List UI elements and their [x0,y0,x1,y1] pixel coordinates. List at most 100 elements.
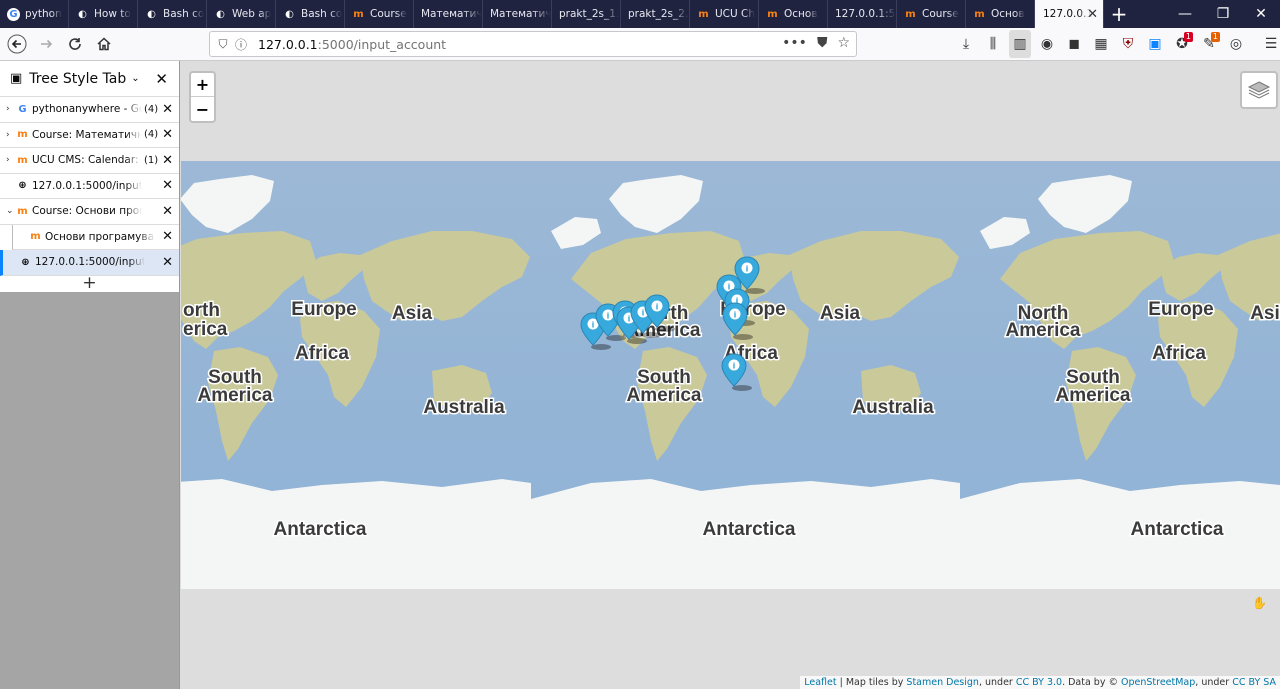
map-label-europe: Europe [291,299,356,320]
sidebar-toggle-icon[interactable]: ▥ [1009,30,1031,58]
sidebar-item-label: 127.0.0.1:5000/input_account [35,256,145,269]
sidebar-close-icon[interactable]: ✕ [155,70,168,88]
sidebar-item-label: 127.0.0.1:5000/input_account [32,179,142,192]
sidebar-item-close-icon[interactable]: ✕ [160,203,173,219]
sidebar-item-close-icon[interactable]: ✕ [160,152,173,168]
sidebar-item-label: UCU CMS: Calendar: Upcc [32,154,142,167]
tab[interactable]: Математич [414,0,483,28]
github-icon: ◐ [147,8,156,20]
twisty-icon[interactable]: › [6,104,16,114]
sidebar-tree-item[interactable]: ›m Course: Математичний а(4)✕ [0,122,179,148]
tab[interactable]: prakt_2s_2.p [621,0,690,28]
skype-icon[interactable]: ▣ [1144,30,1166,58]
tab[interactable]: ◐ Bash co [276,0,345,28]
zoom-in-button[interactable]: + [191,73,214,97]
tab[interactable]: ◐ Web ap [207,0,276,28]
tab-title: How to [94,8,131,20]
library-icon[interactable]: ⫼ [982,30,1004,58]
tab[interactable]: m Course [345,0,414,28]
sidebar-new-tab-button[interactable]: + [0,274,179,292]
back-button[interactable] [3,30,31,58]
page-actions-icon[interactable]: ••• [782,35,807,51]
tab[interactable]: ◐ Bash co [138,0,207,28]
sidebar-tree-item[interactable]: ⊕ 127.0.0.1:5000/input_account ✕ [0,173,179,199]
sidebar-item-close-icon[interactable]: ✕ [160,101,173,117]
extension-notify-icon[interactable]: ✎ 1 [1198,30,1220,58]
extension-grid-icon[interactable]: ▦ [1090,30,1112,58]
home-button[interactable] [90,30,118,58]
tab[interactable]: m Основ [759,0,828,28]
cc-by-sa-link[interactable]: CC BY SA [1232,677,1276,688]
forward-button[interactable] [32,30,60,58]
twisty-icon[interactable]: › [6,155,16,165]
leaflet-link[interactable]: Leaflet [804,677,836,688]
info-icon: i [592,321,595,330]
moodle-icon: m [17,154,28,166]
globe-icon: ⊕ [18,180,27,192]
extension-sync-icon[interactable]: ◎ [1225,30,1247,58]
close-window-button[interactable]: ✕ [1242,0,1280,28]
reload-button[interactable] [61,30,89,58]
tab-title: Bash co [301,8,343,20]
tracking-shield-icon[interactable]: ⛉ [214,37,232,52]
tab[interactable]: 127.0.0.1:50 [828,0,897,28]
sidebar-item-count: (4) [144,129,159,141]
sidebar-tree-item[interactable]: m Основи програмування ✕ [12,224,179,250]
sidebar-item-close-icon[interactable]: ✕ [160,178,173,194]
pocket-icon[interactable]: ⛊ [817,35,828,51]
sidebar-item-close-icon[interactable]: ✕ [160,254,173,270]
cc-by-link[interactable]: CC BY 3.0 [1016,677,1062,688]
twisty-icon[interactable]: › [6,130,16,140]
osm-link[interactable]: OpenStreetMap [1121,677,1195,688]
world-map[interactable]: orthericaEurope AsiaAfricaSouthAmericaAus… [181,161,1280,589]
sidebar-tree-item[interactable]: ⌄m Course: Основи програму ✕ [0,199,179,225]
tab-close-icon[interactable]: ✕ [1087,7,1098,22]
tab-title: 127.0.0.1 [1043,8,1094,20]
sidebar-tree-item[interactable]: ⊕ 127.0.0.1:5000/input_account ✕ [0,250,179,276]
tab[interactable]: Математич [483,0,552,28]
tab-active[interactable]: 127.0.0.1 ✕ [1035,0,1104,28]
moodle-icon: m [17,205,28,217]
tab[interactable]: prakt_2s_1.p [552,0,621,28]
tab[interactable]: m UCU Ch [690,0,759,28]
sidebar-item-close-icon[interactable]: ✕ [160,127,173,143]
moodle-icon: m [698,8,709,20]
tab[interactable]: Gpython [0,0,69,28]
account-icon[interactable]: ◉ [1036,30,1058,58]
restore-button[interactable]: ❐ [1204,0,1242,28]
tab-title: Course [370,8,407,20]
sidebar-item-close-icon[interactable]: ✕ [160,229,173,245]
github-icon: ◐ [78,8,87,20]
extension-badge-icon[interactable]: ✪ 1 [1171,30,1193,58]
sidebar-tree-item[interactable]: ›Gpythonanywhere - Google(4)✕ [0,97,179,123]
sidebar-header[interactable]: ▣ Tree Style Tab ⌄ ✕ [0,61,179,97]
forward-arrow-icon [41,39,53,49]
bookmark-star-icon[interactable]: ☆ [837,35,850,51]
chevron-down-icon[interactable]: ⌄ [131,73,139,84]
sidebar-item-count: (1) [144,154,159,166]
tab[interactable]: m Course [897,0,966,28]
site-info-icon[interactable]: ⓘ [232,36,250,53]
url-bar[interactable]: ⛉ ⓘ 127.0.0.1:5000/input_account ••• ⛊ ☆ [209,31,857,57]
downloads-icon[interactable]: ⤓ [955,30,977,58]
stamen-link[interactable]: Stamen Design [906,677,979,688]
new-tab-button[interactable]: + [1104,0,1134,28]
tab[interactable]: ◐ How to [69,0,138,28]
sidebar-title: Tree Style Tab [29,70,127,87]
tab-title: UCU Ch [715,8,756,20]
tab[interactable]: m Основ [966,0,1035,28]
map-label-australia: Australia [423,397,505,418]
map-container[interactable]: orth erica Europe Asia Africa South America Aus… [181,62,1280,689]
url-text[interactable]: 127.0.0.1:5000/input_account [258,37,446,52]
sidebar-item-count: (4) [144,103,159,115]
zoom-out-button[interactable]: − [191,97,214,121]
menu-icon[interactable]: ☰ [1260,30,1280,58]
ublock-icon[interactable]: ⛨ [1117,30,1139,58]
twisty-icon[interactable]: ⌄ [6,206,16,216]
extension-square-icon[interactable]: ◼ [1063,30,1085,58]
minimize-button[interactable]: — [1166,0,1204,28]
tab-title: prakt_2s_2.p [628,8,689,20]
sidebar-panel-icon: ▣ [10,71,23,86]
layers-control-button[interactable] [1240,71,1278,109]
sidebar-tree-item[interactable]: ›m UCU CMS: Calendar: Upcc(1)✕ [0,148,179,174]
